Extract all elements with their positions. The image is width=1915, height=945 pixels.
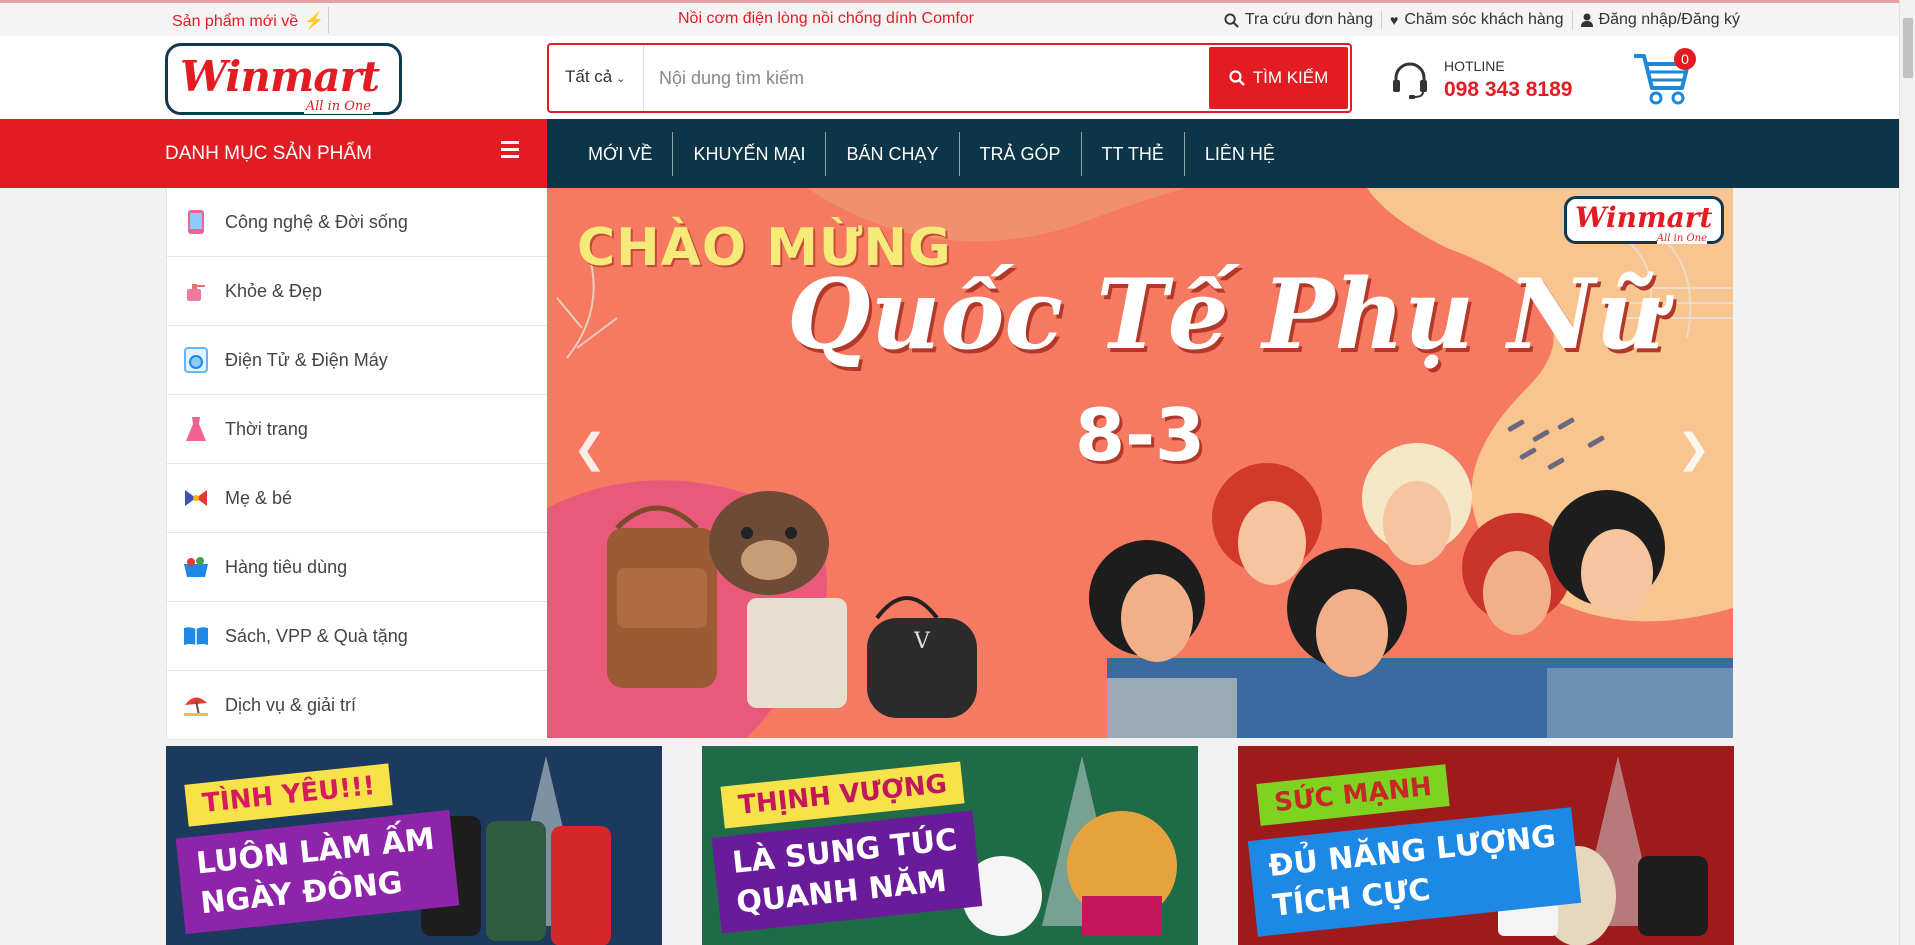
promo-marquee[interactable]: Nồi cơm điện lòng nồi chống dính Comfor: [678, 10, 983, 28]
site-logo[interactable]: Winmart All in One: [165, 43, 402, 115]
sidebar-item-tech[interactable]: Công nghệ & Đời sống: [167, 188, 547, 257]
customer-care-link[interactable]: ♥ Chăm sóc khách hàng: [1381, 11, 1572, 29]
search-category-select[interactable]: Tất cả ⌄: [565, 67, 625, 87]
sidebar-item-services[interactable]: Dịch vụ & giải trí: [167, 671, 547, 740]
hotline-number: 098 343 8189: [1444, 78, 1573, 101]
sidebar-item-label: Dịch vụ & giải trí: [225, 694, 357, 715]
sidebar-item-mom-baby[interactable]: Mẹ & bé: [167, 464, 547, 533]
hotline-label: HOTLINE: [1444, 58, 1505, 74]
divider: [643, 45, 644, 111]
page-scrollbar[interactable]: [1899, 0, 1915, 945]
banner-headline-2: Quốc Tế Phụ Nữ: [787, 258, 1666, 371]
main-nav: DANH MỤC SẢN PHẨM MỚI VỀ KHUYẾN MẠI BÁN …: [0, 119, 1899, 188]
nav-item-card-info[interactable]: TT THẺ: [1080, 131, 1184, 176]
search-button[interactable]: TÌM KIẾM: [1209, 47, 1348, 109]
order-lookup-label: Tra cứu đơn hàng: [1244, 11, 1374, 28]
top-bar: Sản phẩm mới về ⚡ Nồi cơm điện lòng nồi c…: [0, 0, 1899, 36]
search-bar: Tất cả⌄ TÌM KIẾM: [547, 43, 1352, 113]
banner-headline-3: 8-3: [1075, 393, 1206, 477]
book-icon: [183, 623, 209, 649]
logo-tagline: All in One: [303, 99, 373, 114]
menu-icon: [501, 141, 519, 159]
perfume-icon: [183, 278, 209, 304]
page: Sản phẩm mới về ⚡ Nồi cơm điện lòng nồi c…: [0, 0, 1915, 945]
banner-logo: Winmart All in One: [1564, 196, 1724, 244]
sidebar-item-label: Công nghệ & Đời sống: [225, 211, 408, 232]
sidebar-item-label: Mẹ & bé: [225, 487, 293, 508]
cart-button[interactable]: 0: [1632, 48, 1698, 108]
phone-icon: [183, 209, 209, 235]
user-icon: [1580, 13, 1593, 27]
search-input[interactable]: [659, 59, 1209, 97]
new-products-link[interactable]: Sản phẩm mới về ⚡: [172, 11, 324, 31]
search-button-label: TÌM KIẾM: [1252, 68, 1329, 87]
sidebar-item-fashion[interactable]: Thời trang: [167, 395, 547, 464]
search-category-value: Tất cả: [565, 67, 613, 86]
top-links: Tra cứu đơn hàng ♥ Chăm sóc khách hàng Đ…: [1216, 11, 1748, 29]
beach-icon: [183, 692, 209, 718]
nav-item-new[interactable]: MỚI VỀ: [568, 132, 672, 176]
customer-care-label: Chăm sóc khách hàng: [1404, 11, 1564, 28]
chevron-down-icon: ⌄: [616, 73, 626, 85]
basket-icon: [183, 554, 209, 580]
categories-toggle[interactable]: DANH MỤC SẢN PHẨM: [0, 119, 547, 188]
sidebar-item-label: Hàng tiêu dùng: [225, 556, 348, 577]
heart-icon: ♥: [1390, 12, 1399, 28]
new-products-label: Sản phẩm mới về: [172, 13, 299, 30]
washing-machine-icon: [183, 347, 209, 373]
sidebar-item-label: Khỏe & Đẹp: [225, 280, 323, 301]
sidebar-item-electronics[interactable]: Điện Tử & Điện Máy: [167, 326, 547, 395]
promo-tile-1[interactable]: TÌNH YÊU!!! LUÔN LÀM ẤM NGÀY ĐÔNG: [166, 746, 662, 945]
cart-count-badge: 0: [1674, 48, 1696, 70]
login-register-link[interactable]: Đăng nhập/Đăng ký: [1571, 11, 1748, 29]
nav-menu: MỚI VỀ KHUYẾN MẠI BÁN CHẠY TRẢ GÓP TT TH…: [568, 119, 1295, 188]
dress-icon: [183, 416, 209, 442]
headset-icon: [1393, 62, 1427, 99]
banner-next-arrow[interactable]: ❯: [1677, 426, 1711, 472]
search-icon: [1229, 70, 1245, 86]
categories-label: DANH MỤC SẢN PHẨM: [165, 143, 372, 164]
sidebar-item-label: Thời trang: [225, 418, 308, 439]
order-lookup-link[interactable]: Tra cứu đơn hàng: [1216, 11, 1381, 29]
scrollbar-thumb[interactable]: [1903, 18, 1913, 78]
nav-item-best-sellers[interactable]: BÁN CHẠY: [825, 131, 958, 176]
banner-logo-tagline: All in One: [1656, 233, 1707, 244]
promo-tile-3[interactable]: SỨC MẠNH ĐỦ NĂNG LƯỢNG TÍCH CỰC: [1238, 746, 1734, 945]
banner-logo-wordmark: Winmart: [1575, 201, 1713, 234]
nav-item-promotions[interactable]: KHUYẾN MẠI: [672, 131, 825, 176]
nav-item-contact[interactable]: LIÊN HỆ: [1183, 131, 1295, 176]
logo-wordmark: Winmart: [180, 52, 380, 101]
lightning-icon: ⚡: [304, 13, 325, 30]
divider: [328, 7, 329, 33]
nav-item-installment[interactable]: TRẢ GÓP: [958, 131, 1081, 176]
bow-icon: [183, 485, 209, 511]
category-sidebar: Công nghệ & Đời sống Khỏe & Đẹp Điện Tử …: [166, 188, 547, 740]
promo-tile-2[interactable]: THỊNH VƯỢNG LÀ SUNG TÚC QUANH NĂM: [702, 746, 1198, 945]
sidebar-item-label: Điện Tử & Điện Máy: [225, 349, 388, 370]
sidebar-item-books[interactable]: Sách, VPP & Quà tặng: [167, 602, 547, 671]
login-register-label: Đăng nhập/Đăng ký: [1598, 11, 1740, 28]
sidebar-item-beauty[interactable]: Khỏe & Đẹp: [167, 257, 547, 326]
svg-text:V: V: [913, 629, 931, 654]
sidebar-item-consumer-goods[interactable]: Hàng tiêu dùng: [167, 533, 547, 602]
search-icon: [1224, 12, 1239, 28]
sidebar-item-label: Sách, VPP & Quà tặng: [225, 625, 408, 646]
banner-prev-arrow[interactable]: ❮: [573, 426, 607, 472]
hero-banner[interactable]: V CHÀO MỪNG Quốc Tế Phụ Nữ 8-3 Winmart A…: [547, 188, 1733, 738]
header: Winmart All in One Tất cả⌄ TÌM KIẾM HOTL: [0, 36, 1899, 119]
